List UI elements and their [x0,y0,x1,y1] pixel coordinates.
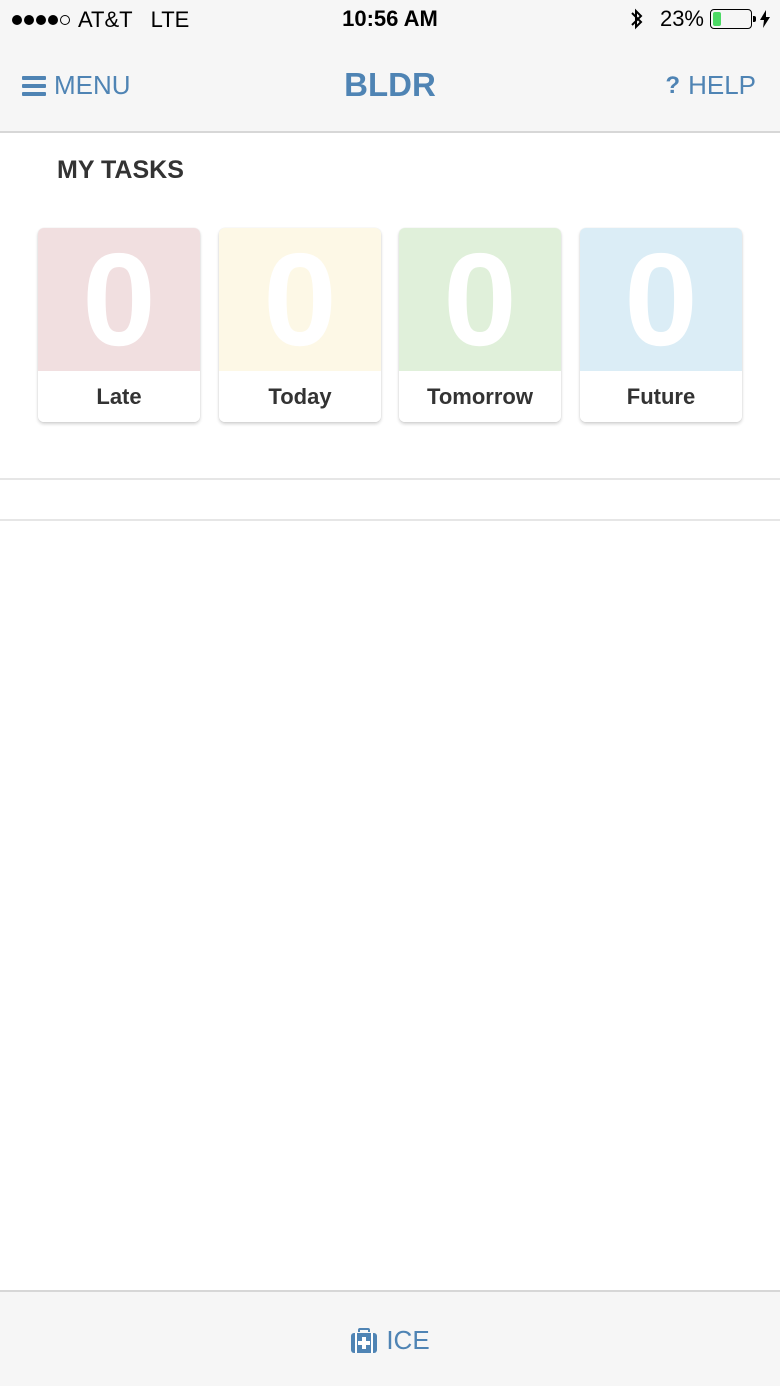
task-card-late[interactable]: 0 Late [38,228,200,422]
task-count: 0 [624,228,698,373]
bluetooth-icon [631,8,643,30]
my-tasks-title: MY TASKS [57,156,184,184]
help-button[interactable]: ? HELP [665,70,756,101]
task-count: 0 [443,228,517,373]
task-card-future[interactable]: 0 Future [580,228,742,422]
status-bar: AT&T LTE 10:56 AM 23% [0,0,780,38]
question-icon: ? [665,71,681,99]
help-label: HELP [688,70,756,100]
task-card-today[interactable]: 0 Today [219,228,381,422]
task-label: Today [219,370,381,422]
task-count: 0 [82,228,156,373]
task-card-tomorrow[interactable]: 0 Tomorrow [399,228,561,422]
task-label: Tomorrow [399,370,561,422]
ice-button[interactable]: ICE [0,1325,780,1356]
section-divider [0,519,780,521]
task-count-area: 0 [580,228,742,373]
battery-cap [753,16,756,22]
status-right: 23% [630,6,770,32]
battery-level [713,12,721,26]
task-count-area: 0 [219,228,381,373]
ice-label: ICE [386,1325,430,1355]
section-divider [0,478,780,480]
app-title: BLDR [344,66,436,103]
nav-bar: MENU BLDR ? HELP [0,38,780,133]
charging-bolt-icon [760,10,770,28]
battery-icon [710,9,756,29]
app-screen: AT&T LTE 10:56 AM 23% MENU BLDR ? HELP M… [0,0,780,1386]
task-label: Future [580,370,742,422]
task-count-area: 0 [38,228,200,373]
medkit-icon [351,1327,378,1353]
task-count-area: 0 [399,228,561,373]
task-label: Late [38,370,200,422]
bottom-bar: ICE [0,1290,780,1386]
task-count: 0 [263,228,337,373]
battery-percent: 23% [659,6,704,31]
